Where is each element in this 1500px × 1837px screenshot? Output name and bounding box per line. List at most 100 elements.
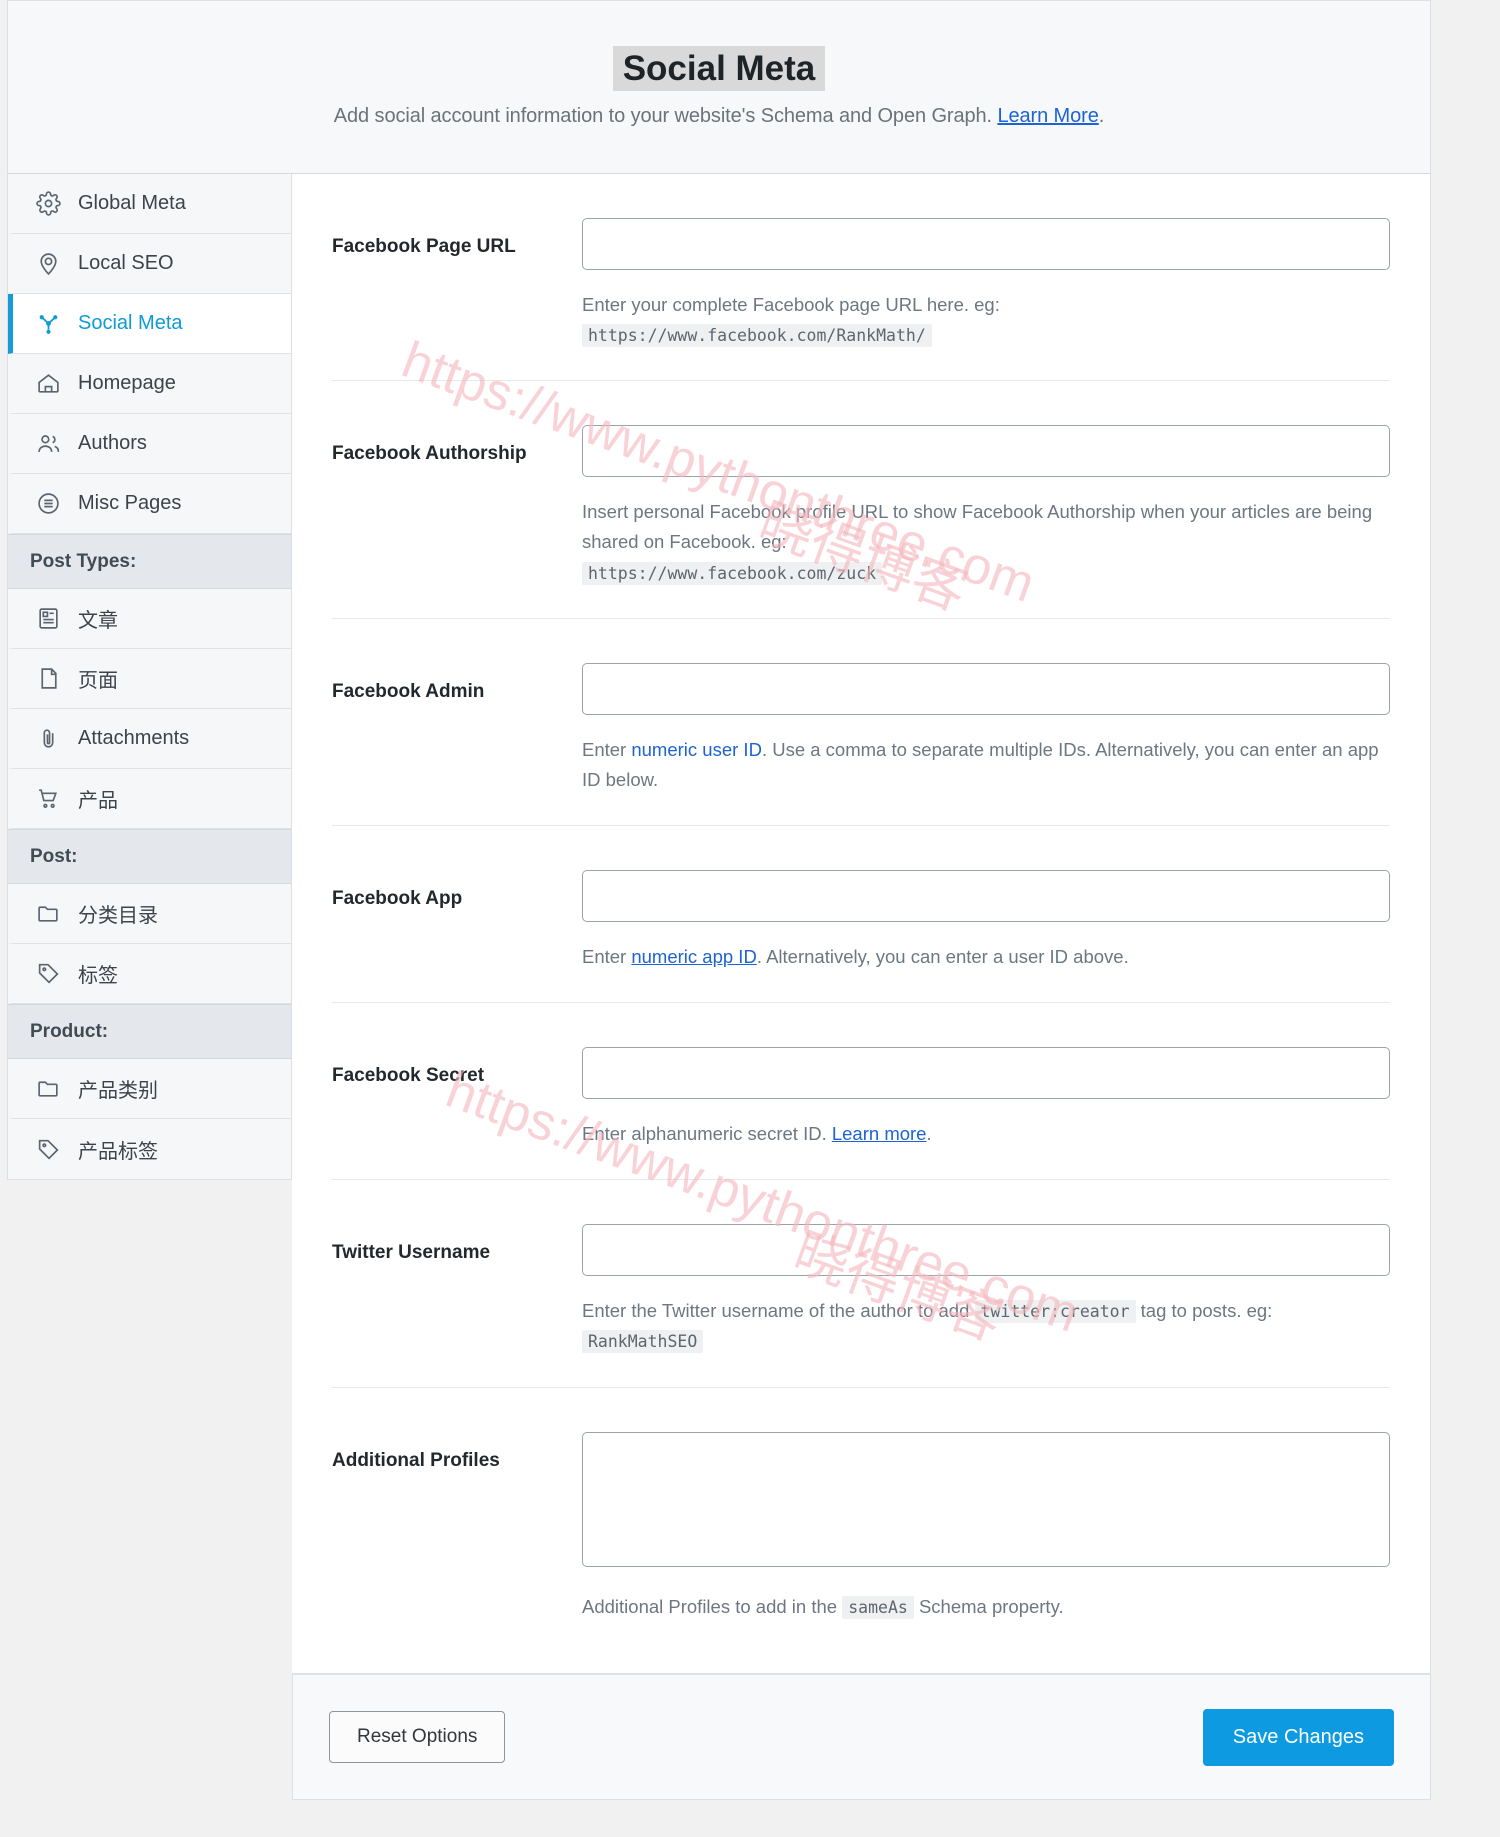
sidebar-item-pages[interactable]: 页面 [8,649,291,709]
field-label: Facebook App [332,887,463,909]
description-code-creator: twitter:creator [974,1300,1136,1324]
sidebar-item-label: 标签 [78,965,118,987]
reset-options-button[interactable]: Reset Options [329,1711,506,1763]
sidebar-item-label: 文章 [78,610,118,632]
sidebar-item-label: Social Meta [78,312,183,334]
description-text: Enter your complete Facebook page URL he… [582,294,1000,315]
field-label: Facebook Page URL [332,236,516,257]
page-subtitle: Add social account information to your w… [333,105,1105,128]
sidebar-item-attachments[interactable]: Attachments [8,709,291,769]
description-text-before: Enter the Twitter username of the author… [582,1300,975,1322]
sidebar-item-product-categories[interactable]: 产品类别 [8,1059,291,1119]
users-icon [35,430,62,457]
description-text-after: . Alternatively, you can enter a user ID… [756,945,1129,967]
cart-icon [35,785,62,812]
gear-icon [35,190,62,217]
field-description: Enter numeric app ID. Alternatively, you… [582,942,1390,972]
description-code: https://www.facebook.com/zuck [582,561,883,585]
learn-more-secret-link[interactable]: Learn more [832,1123,927,1144]
description-text-after: Schema property. [913,1595,1064,1617]
page-title: Social Meta [612,45,826,92]
sidebar-item-global-meta[interactable]: Global Meta [8,174,291,234]
share-nodes-icon [35,310,62,337]
sidebar-item-label: Homepage [78,372,176,394]
facebook-page-url-input[interactable] [582,218,1390,270]
facebook-admin-input[interactable] [582,662,1390,715]
facebook-secret-input[interactable] [582,1047,1390,1100]
page-subtitle-period: . [1098,105,1105,128]
sidebar-item-tags[interactable]: 标签 [8,944,291,1004]
sidebar-section-product: Product: [8,1004,291,1059]
sidebar-section-post-types: Post Types: [8,534,291,589]
field-facebook-authorship: Facebook Authorship Insert personal Face… [332,381,1390,619]
field-additional-profiles: Additional Profiles Additional Profiles … [332,1388,1390,1652]
sidebar-item-label: 分类目录 [78,905,158,927]
description-text-before: Enter [582,738,632,760]
sidebar-item-local-seo[interactable]: Local SEO [8,234,291,294]
description-code-sameas: sameAs [842,1595,914,1619]
description-text-after: . [926,1123,932,1145]
tag-icon [35,960,62,987]
sidebar-section-post: Post: [8,829,291,884]
field-label: Additional Profiles [332,1449,500,1471]
home-icon [35,370,62,397]
sidebar-item-products[interactable]: 产品 [8,769,291,829]
field-description: Additional Profiles to add in the sameAs… [582,1592,1390,1622]
twitter-username-input[interactable] [582,1224,1390,1277]
sidebar-item-authors[interactable]: Authors [8,414,291,474]
sidebar-item-label: Local SEO [78,252,174,274]
field-facebook-admin: Facebook Admin Enter numeric user ID. Us… [332,619,1390,826]
field-description: Enter numeric user ID. Use a comma to se… [582,735,1390,795]
sidebar-item-label: Global Meta [78,192,186,214]
field-label: Facebook Authorship [332,443,527,465]
settings-content-panel: Facebook Page URL Enter your complete Fa… [292,174,1431,1674]
sidebar-item-label: 产品 [78,790,118,812]
sidebar-item-posts[interactable]: 文章 [8,589,291,649]
field-description: Enter alphanumeric secret ID. Learn more… [582,1119,1390,1149]
settings-sidebar: Global Meta Local SEO Social Meta Homepa… [7,174,292,1180]
field-facebook-page-url: Facebook Page URL Enter your complete Fa… [332,174,1390,382]
numeric-user-id-link[interactable]: numeric user ID [631,739,762,760]
list-circle-icon [35,490,62,517]
field-description: Insert personal Facebook profile URL to … [582,497,1390,587]
field-description: Enter the Twitter username of the author… [582,1296,1390,1356]
social-meta-settings-page: Social Meta Add social account informati… [7,0,1431,1837]
sidebar-item-label: 产品标签 [78,1140,158,1163]
additional-profiles-textarea[interactable] [582,1431,1390,1567]
sidebar-item-social-meta[interactable]: Social Meta [8,294,291,354]
map-pin-icon [35,250,62,277]
field-facebook-secret: Facebook Secret Enter alphanumeric secre… [332,1003,1390,1181]
sidebar-item-label: Authors [78,432,147,454]
field-description: Enter your complete Facebook page URL he… [582,290,1390,350]
description-text-before: Enter [582,945,632,967]
learn-more-link[interactable]: Learn More [997,105,1098,127]
field-facebook-app: Facebook App Enter numeric app ID. Alter… [332,826,1390,1004]
folder-icon [35,900,62,927]
article-icon [35,605,62,632]
field-label: Facebook Admin [332,680,485,702]
settings-footer: Reset Options Save Changes [292,1674,1431,1800]
sidebar-item-label: 产品类别 [78,1080,158,1102]
sidebar-item-product-tags[interactable]: 产品标签 [8,1119,291,1179]
field-label: Facebook Secret [332,1065,485,1087]
sidebar-item-homepage[interactable]: Homepage [8,354,291,414]
social-meta-form: Facebook Page URL Enter your complete Fa… [292,174,1430,1652]
sidebar-item-label: Attachments [78,727,190,749]
tag-icon [35,1136,62,1163]
sidebar-item-categories[interactable]: 分类目录 [8,884,291,944]
description-code-example: RankMathSEO [582,1330,704,1354]
save-changes-button[interactable]: Save Changes [1202,1708,1394,1766]
facebook-authorship-input[interactable] [582,425,1390,478]
description-text-before: Enter alphanumeric secret ID. [582,1123,832,1145]
field-twitter-username: Twitter Username Enter the Twitter usern… [332,1180,1390,1388]
page-subtitle-text: Add social account information to your w… [333,105,998,128]
sidebar-item-misc-pages[interactable]: Misc Pages [8,474,291,534]
description-text-before: Additional Profiles to add in the [582,1595,843,1617]
page-header: Social Meta Add social account informati… [7,0,1431,174]
numeric-app-id-link[interactable]: numeric app ID [631,946,756,967]
folder-icon [35,1075,62,1102]
facebook-app-input[interactable] [582,869,1390,922]
sidebar-item-label: 页面 [78,670,118,692]
description-text-middle: tag to posts. eg: [1135,1300,1273,1322]
sidebar-item-label: Misc Pages [78,492,182,514]
